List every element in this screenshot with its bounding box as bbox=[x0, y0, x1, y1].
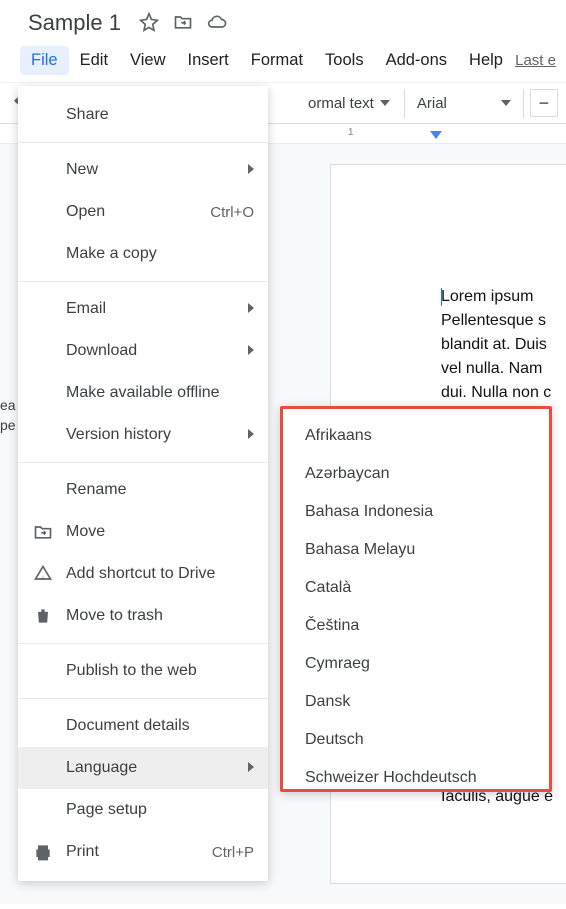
chevron-down-icon bbox=[501, 100, 511, 106]
submenu-arrow-icon bbox=[248, 303, 254, 313]
menu-separator bbox=[18, 462, 268, 463]
shortcut-label: Ctrl+P bbox=[212, 844, 254, 861]
language-option[interactable]: Azərbaycan bbox=[283, 455, 549, 493]
file-new[interactable]: New bbox=[18, 149, 268, 191]
trash-icon bbox=[32, 605, 54, 627]
language-option[interactable]: Čeština bbox=[283, 607, 549, 645]
language-option[interactable]: Schweizer Hochdeutsch bbox=[283, 759, 549, 787]
menu-edit[interactable]: Edit bbox=[69, 46, 119, 75]
language-submenu: Afrikaans Azərbaycan Bahasa Indonesia Ba… bbox=[280, 406, 552, 792]
print-icon bbox=[32, 841, 54, 863]
file-language[interactable]: Language bbox=[18, 747, 268, 789]
file-open[interactable]: Open Ctrl+O bbox=[18, 191, 268, 233]
menu-file[interactable]: File bbox=[20, 46, 69, 75]
file-move[interactable]: Move bbox=[18, 511, 268, 553]
menu-insert[interactable]: Insert bbox=[177, 46, 240, 75]
file-make-copy[interactable]: Make a copy bbox=[18, 233, 268, 275]
file-print[interactable]: Print Ctrl+P bbox=[18, 831, 268, 873]
submenu-arrow-icon bbox=[248, 345, 254, 355]
file-email[interactable]: Email bbox=[18, 288, 268, 330]
star-icon[interactable] bbox=[139, 12, 159, 35]
move-icon bbox=[32, 521, 54, 543]
menu-separator bbox=[18, 643, 268, 644]
language-option[interactable]: Afrikaans bbox=[283, 417, 549, 455]
blank-icon bbox=[32, 104, 54, 126]
shortcut-label: Ctrl+O bbox=[210, 204, 254, 221]
file-download[interactable]: Download bbox=[18, 330, 268, 372]
submenu-arrow-icon bbox=[248, 429, 254, 439]
file-document-details[interactable]: Document details bbox=[18, 705, 268, 747]
move-folder-icon[interactable] bbox=[173, 12, 193, 35]
menu-help[interactable]: Help bbox=[458, 46, 514, 75]
document-title[interactable]: Sample 1 bbox=[28, 10, 121, 36]
file-version-history[interactable]: Version history bbox=[18, 414, 268, 456]
language-option[interactable]: Cymraeg bbox=[283, 645, 549, 683]
menu-format[interactable]: Format bbox=[240, 46, 314, 75]
font-family-dropdown[interactable]: Arial bbox=[404, 89, 524, 118]
ruler-tick-1: 1 bbox=[348, 127, 354, 138]
title-bar: Sample 1 bbox=[0, 0, 566, 42]
body-paragraph[interactable]: Lorem ipsum Pellentesque s blandit at. D… bbox=[441, 285, 566, 405]
language-option[interactable]: Deutsch bbox=[283, 721, 549, 759]
font-size-decrease-button[interactable]: − bbox=[530, 89, 558, 117]
menu-separator bbox=[18, 281, 268, 282]
language-option[interactable]: Català bbox=[283, 569, 549, 607]
file-add-shortcut[interactable]: + Add shortcut to Drive bbox=[18, 553, 268, 595]
paragraph-style-label: ormal text bbox=[308, 95, 374, 112]
background-text-fragment: ea pe bbox=[0, 396, 18, 435]
file-page-setup[interactable]: Page setup bbox=[18, 789, 268, 831]
language-option[interactable]: Dansk bbox=[283, 683, 549, 721]
language-option[interactable]: Bahasa Melayu bbox=[283, 531, 549, 569]
font-family-label: Arial bbox=[417, 95, 447, 112]
menu-bar: File Edit View Insert Format Tools Add-o… bbox=[0, 42, 566, 82]
paragraph-styles-dropdown[interactable]: ormal text bbox=[300, 91, 398, 116]
file-move-to-trash[interactable]: Move to trash bbox=[18, 595, 268, 637]
file-rename[interactable]: Rename bbox=[18, 469, 268, 511]
chevron-down-icon bbox=[380, 100, 390, 106]
file-menu-dropdown: Share New Open Ctrl+O Make a copy Email … bbox=[18, 86, 268, 881]
svg-text:+: + bbox=[41, 574, 46, 583]
submenu-arrow-icon bbox=[248, 164, 254, 177]
file-publish-web[interactable]: Publish to the web bbox=[18, 650, 268, 692]
indent-marker-icon[interactable] bbox=[430, 131, 442, 139]
menu-separator bbox=[18, 142, 268, 143]
file-share[interactable]: Share bbox=[18, 94, 268, 136]
file-make-offline[interactable]: Make available offline bbox=[18, 372, 268, 414]
drive-shortcut-icon: + bbox=[32, 563, 54, 585]
submenu-arrow-icon bbox=[248, 762, 254, 772]
menu-addons[interactable]: Add-ons bbox=[375, 46, 458, 75]
last-edit-link[interactable]: Last e bbox=[515, 52, 556, 69]
menu-separator bbox=[18, 698, 268, 699]
menu-view[interactable]: View bbox=[119, 46, 176, 75]
menu-tools[interactable]: Tools bbox=[314, 46, 375, 75]
language-option[interactable]: Bahasa Indonesia bbox=[283, 493, 549, 531]
cloud-icon[interactable] bbox=[207, 12, 227, 35]
